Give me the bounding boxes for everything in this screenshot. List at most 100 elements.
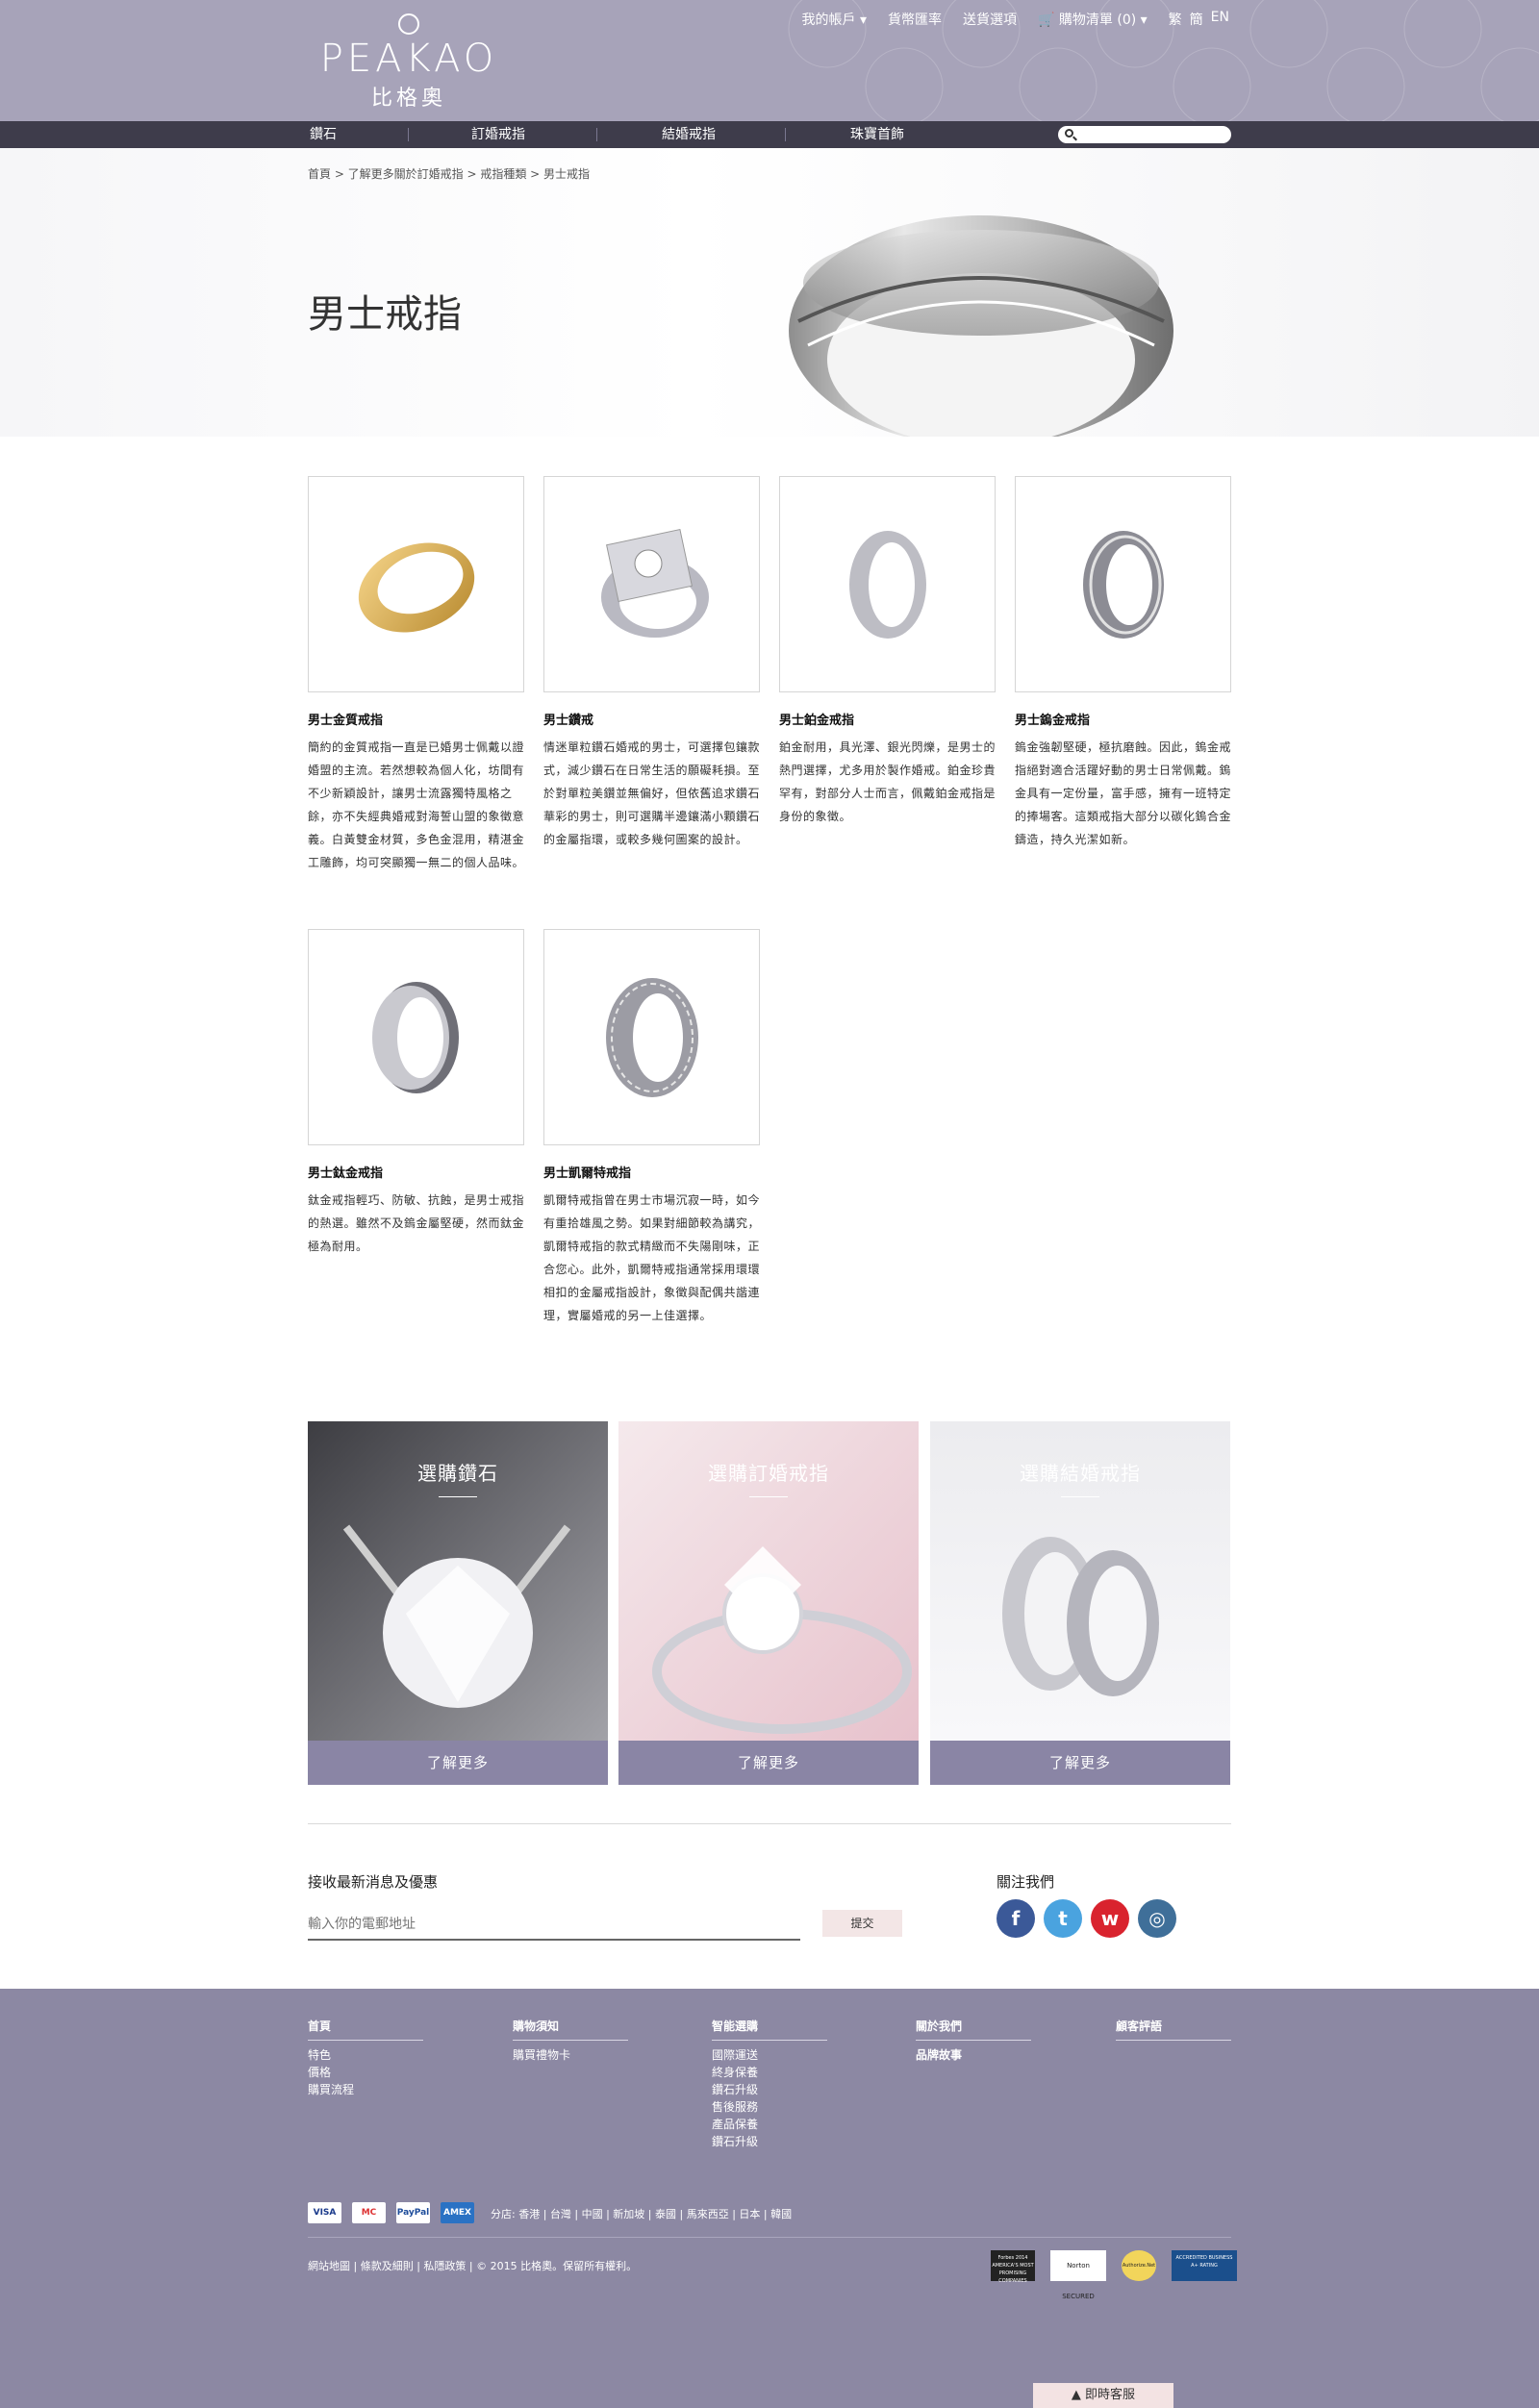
mastercard-icon: MC xyxy=(352,2202,386,2223)
brand-logo[interactable]: PEAKAO 比格奧 xyxy=(308,13,510,111)
product-name[interactable]: 男士鑽戒 xyxy=(543,710,760,728)
site-header: PEAKAO 比格奧 我的帳戶 ▾ 貨幣匯率 送貨選項 🛒 購物清單 (0) ▾… xyxy=(0,0,1539,121)
nav-item-diamonds[interactable]: 鑽石 xyxy=(310,121,337,148)
product-image[interactable] xyxy=(543,476,760,692)
promo-title: 選購訂婚戒指 xyxy=(708,1462,829,1485)
footer-link[interactable]: 產品保養 xyxy=(712,2116,827,2133)
lang-traditional[interactable]: 繁 xyxy=(1169,10,1182,29)
account-link[interactable]: 我的帳戶 ▾ xyxy=(802,10,867,29)
learn-more-button[interactable]: 了解更多 xyxy=(308,1741,608,1785)
top-links: 我的帳戶 ▾ 貨幣匯率 送貨選項 🛒 購物清單 (0) ▾ 繁 簡 EN xyxy=(802,10,1229,29)
footer-link[interactable]: 鑽石升級 xyxy=(712,2081,827,2098)
section-divider xyxy=(308,1823,1231,1824)
footer-link[interactable]: 國際運送 xyxy=(712,2046,827,2064)
footer-heading[interactable]: 購物須知 xyxy=(513,2018,628,2041)
weibo-icon[interactable]: w xyxy=(1091,1899,1129,1938)
footer-heading[interactable]: 關於我們 xyxy=(916,2018,1031,2041)
footer-divider xyxy=(308,2237,1231,2238)
submit-button[interactable]: 提交 xyxy=(822,1910,902,1937)
footer-link[interactable]: 購買流程 xyxy=(308,2081,423,2098)
footer-link[interactable]: 鑽石升級 xyxy=(712,2133,827,2150)
learn-more-button[interactable]: 了解更多 xyxy=(930,1741,1230,1785)
platinum-ring-icon xyxy=(849,531,926,639)
footer-col-reviews: 顧客評語 xyxy=(1116,2018,1231,2046)
forbes-badge[interactable]: Forbes 2014 AMERICA'S MOST PROMISING COM… xyxy=(991,2250,1035,2284)
nav-item-jewelry[interactable]: 珠寶首飾 xyxy=(850,121,904,148)
nav-divider xyxy=(408,128,409,141)
product-name[interactable]: 男士鈦金戒指 xyxy=(308,1163,524,1181)
footer-col-about: 關於我們 品牌故事 xyxy=(916,2018,1031,2064)
amex-icon: AMEX xyxy=(441,2202,474,2223)
footer-col-home: 首頁 特色 價格 購買流程 xyxy=(308,2018,423,2098)
search-icon[interactable] xyxy=(1065,129,1073,138)
product-card-tungsten[interactable]: 男士鎢金戒指 鎢金強韌堅硬，極抗磨蝕。因此，鎢金戒指絕對適合活躍好動的男士日常佩… xyxy=(1015,476,1231,851)
instagram-icon[interactable]: ◎ xyxy=(1138,1899,1176,1938)
copyright-text[interactable]: 網站地圖 | 條款及細則 | 私隱政策 | © 2015 比格奧。保留所有權利。 xyxy=(308,2258,637,2273)
tungsten-ring-icon xyxy=(1083,531,1164,639)
titanium-ring-icon xyxy=(372,982,459,1093)
product-image[interactable] xyxy=(308,929,524,1145)
learn-more-button[interactable]: 了解更多 xyxy=(618,1741,919,1785)
product-card-celtic[interactable]: 男士凱爾特戒指 凱爾特戒指曾在男士市場沉寂一時，如今有重拾雄風之勢。如果對細節較… xyxy=(543,929,760,1327)
shipping-link[interactable]: 送貨選項 xyxy=(963,10,1017,29)
product-card-diamond[interactable]: 男士鑽戒 情迷單粒鑽石婚戒的男士，可選擇包鑲款式，減少鑽石在日常生活的願礙耗損。… xyxy=(543,476,760,851)
norton-badge[interactable]: Norton SECURED xyxy=(1050,2250,1106,2300)
product-image[interactable] xyxy=(308,476,524,692)
brand-name-en: PEAKAO xyxy=(319,37,498,81)
newsletter-title: 接收最新消息及優惠 xyxy=(308,1873,439,1891)
search-box xyxy=(1058,126,1231,143)
twitter-icon[interactable]: t xyxy=(1044,1899,1082,1938)
hero-banner: 首頁 > 了解更多關於訂婚戒指 > 戒指種類 > 男士戒指 男士戒指 xyxy=(0,148,1539,437)
promo-tile-engagement[interactable]: 選購訂婚戒指 了解更多 xyxy=(618,1421,919,1785)
footer-link[interactable]: 品牌故事 xyxy=(916,2046,1031,2064)
product-image[interactable] xyxy=(779,476,996,692)
product-card-titanium[interactable]: 男士鈦金戒指 鈦金戒指輕巧、防敏、抗蝕，是男士戒指的熱選。雖然不及鎢金屬堅硬，然… xyxy=(308,929,524,1258)
footer-link[interactable]: 特色 xyxy=(308,2046,423,2064)
footer-link[interactable]: 購買禮物卡 xyxy=(513,2046,628,2064)
visa-icon: VISA xyxy=(308,2202,341,2223)
email-field[interactable] xyxy=(308,1908,800,1941)
product-description: 鈦金戒指輕巧、防敏、抗蝕，是男士戒指的熱選。雖然不及鎢金屬堅硬，然而鈦金極為耐用… xyxy=(308,1193,525,1253)
promo-title-underline xyxy=(1061,1496,1099,1497)
bbb-badge[interactable]: ACCREDITED BUSINESS A+ RATING xyxy=(1172,2250,1237,2281)
facebook-icon[interactable]: f xyxy=(997,1899,1035,1938)
branch-list[interactable]: 分店: 香港 | 台灣 | 中國 | 新加坡 | 泰國 | 馬來西亞 | 日本 … xyxy=(491,2206,792,2221)
nav-item-wedding-rings[interactable]: 結婚戒指 xyxy=(662,121,716,148)
product-name[interactable]: 男士鎢金戒指 xyxy=(1015,710,1231,728)
lang-simplified[interactable]: 簡 xyxy=(1190,10,1203,29)
cart-link[interactable]: 🛒 購物清單 (0) ▾ xyxy=(1038,10,1148,29)
live-chat-button[interactable]: ▲ 即時客服 xyxy=(1033,2383,1173,2408)
product-name[interactable]: 男士金質戒指 xyxy=(308,710,524,728)
promo-title: 選購結婚戒指 xyxy=(1020,1462,1141,1485)
follow-title: 關注我們 xyxy=(997,1873,1055,1891)
product-name[interactable]: 男士鉑金戒指 xyxy=(779,710,996,728)
language-switcher: 繁 簡 EN xyxy=(1169,10,1229,29)
product-name[interactable]: 男士凱爾特戒指 xyxy=(543,1163,760,1181)
footer-link[interactable]: 終身保養 xyxy=(712,2064,827,2081)
logo-mark-icon xyxy=(398,13,419,35)
page-title: 男士戒指 xyxy=(308,292,462,337)
payment-methods: VISA MC PayPal AMEX xyxy=(308,2202,474,2223)
lang-english[interactable]: EN xyxy=(1211,10,1229,29)
search-input[interactable] xyxy=(1079,126,1224,143)
promo-tile-diamonds[interactable]: 選購鑽石 了解更多 xyxy=(308,1421,608,1785)
footer-heading[interactable]: 顧客評語 xyxy=(1116,2018,1231,2041)
product-card-gold[interactable]: 男士金質戒指 簡約的金質戒指一直是已婚男士佩戴以證婚盟的主流。若然想較為個人化，… xyxy=(308,476,524,874)
nav-item-engagement-rings[interactable]: 訂婚戒指 xyxy=(471,121,525,148)
trust-badges: Forbes 2014 AMERICA'S MOST PROMISING COM… xyxy=(991,2250,1237,2300)
product-description: 凱爾特戒指曾在男士市場沉寂一時，如今有重拾雄風之勢。如果對細節較為講究，凱爾特戒… xyxy=(543,1193,761,1322)
product-card-platinum[interactable]: 男士鉑金戒指 鉑金耐用，具光澤、銀光閃爍，是男士的熱門選擇，尤多用於製作婚戒。鉑… xyxy=(779,476,996,828)
product-image[interactable] xyxy=(543,929,760,1145)
breadcrumb[interactable]: 首頁 > 了解更多關於訂婚戒指 > 戒指種類 > 男士戒指 xyxy=(308,165,590,182)
product-image[interactable] xyxy=(1015,476,1231,692)
diamond-ring-icon xyxy=(601,528,709,638)
footer-link[interactable]: 價格 xyxy=(308,2064,423,2081)
footer-heading[interactable]: 智能選購 xyxy=(712,2018,827,2041)
authorize-net-badge[interactable]: Authorize.Net xyxy=(1122,2250,1156,2281)
footer-heading[interactable]: 首頁 xyxy=(308,2018,423,2041)
footer-link[interactable]: 售後服務 xyxy=(712,2098,827,2116)
footer-col-smart-buy: 智能選購 國際運送 終身保養 鑽石升級 售後服務 產品保養 鑽石升級 xyxy=(712,2018,827,2150)
nav-divider xyxy=(785,128,786,141)
promo-tile-wedding[interactable]: 選購結婚戒指 了解更多 xyxy=(930,1421,1230,1785)
currency-link[interactable]: 貨幣匯率 xyxy=(888,10,942,29)
